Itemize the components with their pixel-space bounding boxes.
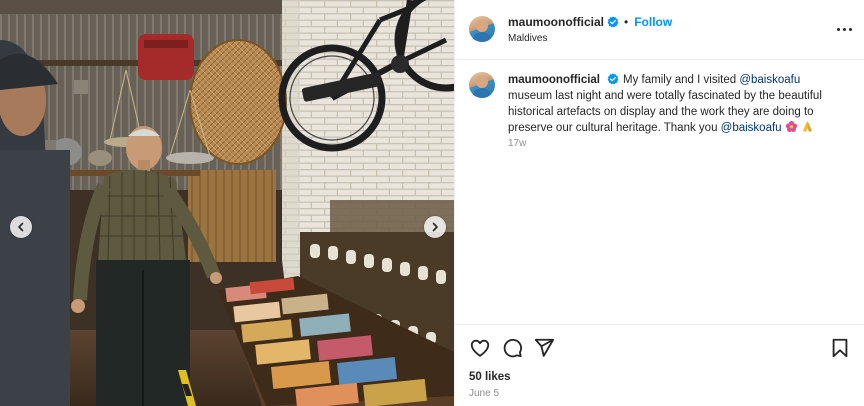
author-avatar[interactable] (469, 16, 495, 42)
carousel-next-button[interactable] (424, 216, 446, 238)
bookmark-icon (832, 338, 848, 358)
chevron-right-icon (432, 222, 438, 232)
heart-icon (470, 339, 490, 357)
flower-emoji-icon (785, 120, 797, 132)
more-options-button[interactable] (835, 20, 853, 38)
share-button[interactable] (533, 337, 555, 359)
verified-badge-icon (607, 73, 619, 85)
pray-emoji-icon (802, 121, 812, 132)
mention-link[interactable]: @baiskoafu (721, 122, 782, 134)
follow-button[interactable]: Follow (634, 15, 672, 29)
likes-count[interactable]: 50 likes (469, 371, 511, 383)
carousel-prev-button[interactable] (10, 216, 32, 238)
separator-dot: • (624, 15, 629, 29)
mention-link[interactable]: @baiskoafu (739, 74, 800, 86)
save-button[interactable] (829, 337, 851, 359)
like-button[interactable] (469, 337, 491, 359)
post-date[interactable]: June 5 (469, 388, 499, 399)
chevron-left-icon (18, 222, 24, 232)
museum-photo (0, 0, 454, 406)
comment-button[interactable] (501, 337, 523, 359)
author-line: maumoonofficial • Follow (508, 15, 672, 29)
more-dot (842, 27, 846, 31)
author-username[interactable]: maumoonofficial (508, 15, 604, 29)
caption-author-avatar[interactable] (469, 72, 495, 98)
send-icon (534, 338, 555, 357)
post-media[interactable] (0, 0, 454, 406)
post-location[interactable]: Maldives (508, 33, 547, 44)
post-details-panel: maumoonofficial • Follow Maldives maumoo… (454, 0, 864, 406)
more-dot (848, 27, 852, 31)
comment-icon (503, 338, 523, 358)
post-header: maumoonofficial • Follow Maldives (455, 0, 864, 60)
caption-body-1: My family and I visited (623, 74, 740, 86)
caption-username[interactable]: maumoonofficial (508, 74, 600, 86)
post-actions-footer: 50 likes June 5 (455, 324, 864, 406)
caption-timestamp[interactable]: 17w (508, 138, 526, 149)
more-horizontal-icon (836, 27, 840, 31)
caption-text: maumoonofficial My family and I visited @… (508, 72, 838, 136)
instagram-post: maumoonofficial • Follow Maldives maumoo… (0, 0, 864, 406)
verified-badge-icon (607, 16, 619, 28)
